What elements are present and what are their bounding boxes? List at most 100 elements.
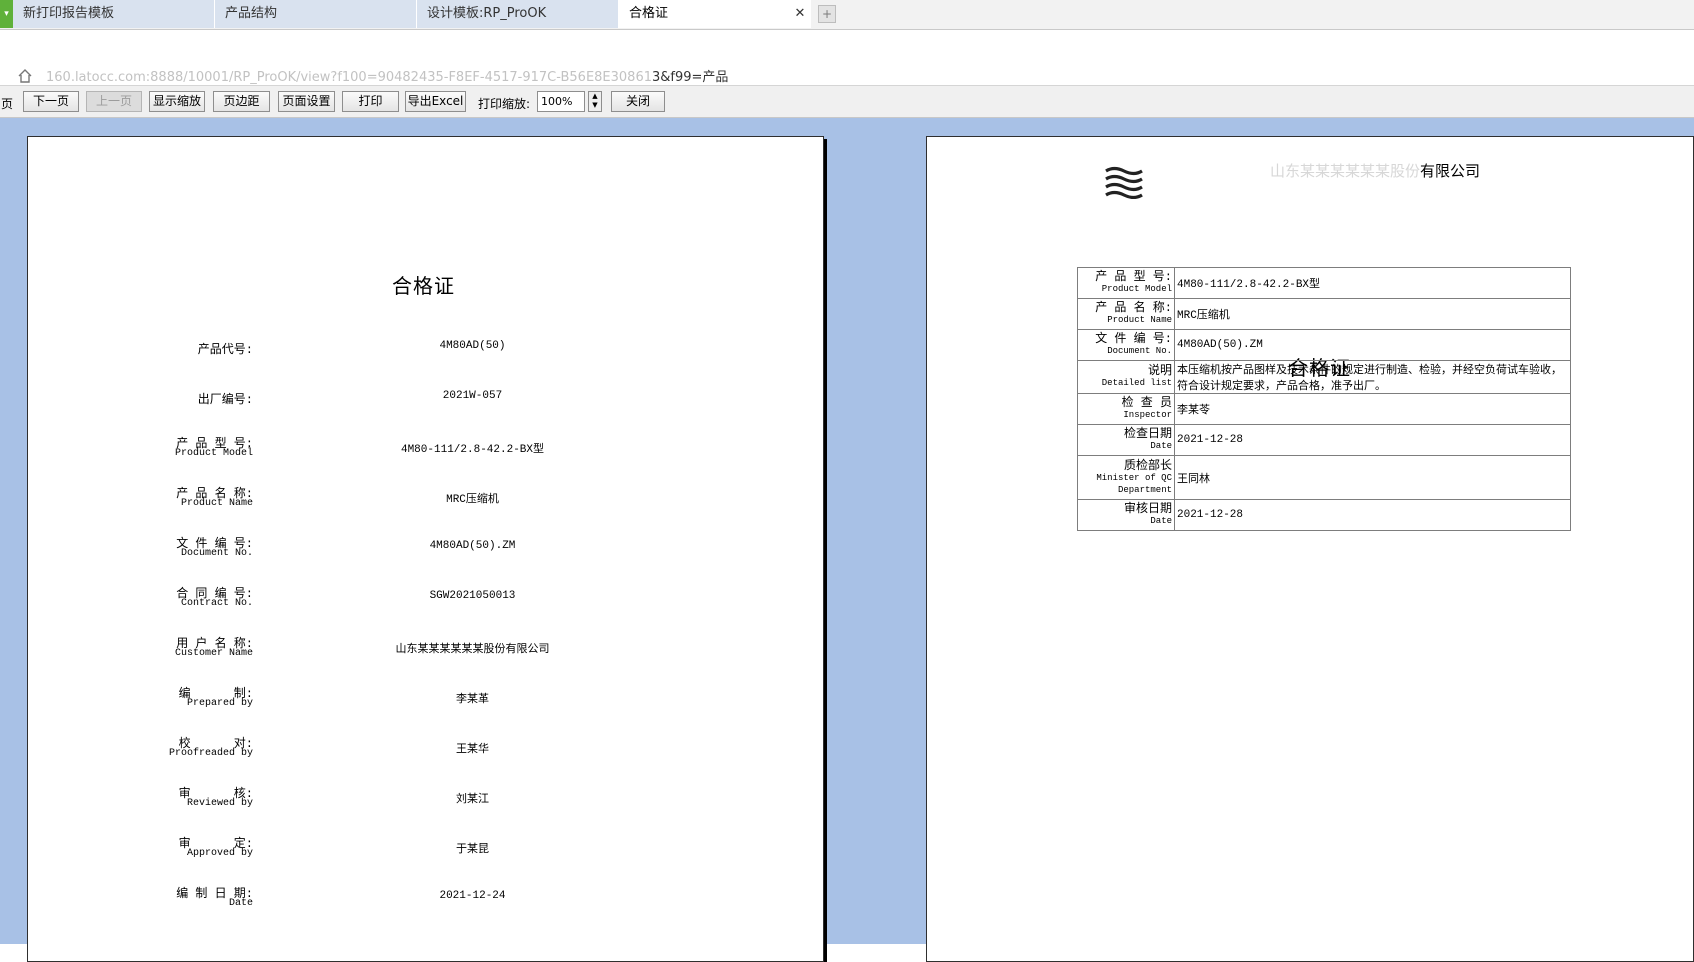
field-label-cn: 文 件 编 号: (1095, 332, 1172, 346)
tab-bar: ▾ 新打印报告模板 产品结构 设计模板:RP_ProOK 合格证 ✕ + (0, 0, 1694, 30)
tab-certificate[interactable]: 合格证 (619, 0, 811, 28)
row-value: 于某昆 (456, 844, 489, 856)
left-page-row: 产品代号: 4M80AD(50) (0, 338, 797, 378)
row-value: 4M80AD(50).ZM (429, 540, 516, 552)
certificate-field-value: 2021-12-28 (1174, 499, 1571, 531)
left-page-row: 产 品 名 称: Product Name MRC压缩机 (0, 487, 797, 528)
row-value: 李某革 (456, 694, 489, 706)
close-report-button[interactable]: 关闭 (611, 91, 665, 112)
left-page-row: 审 核: Reviewed by 刘某江 (0, 787, 797, 828)
page-setup-button[interactable]: 页面设置 (278, 91, 335, 112)
left-page-title: 合格证 (392, 274, 455, 298)
certificate-field-value: 本压缩机按产品图样及技术条件的规定进行制造、检验，并经空负荷试车验收，符合设计规… (1174, 360, 1571, 394)
certificate-field-value: 王同林 (1174, 455, 1571, 500)
report-page-right (926, 136, 1694, 962)
certificate-row: 文 件 编 号: Document No. 4M80AD(50).ZM (1077, 329, 1571, 361)
tab-label: 合格证 (629, 6, 669, 21)
row-label-en: Product Model (174, 448, 253, 459)
url-field[interactable]: 160.latocc.com:8888/10001/RP_ProOK/view?… (46, 66, 728, 85)
page-label: 页 (1, 97, 14, 111)
certificate-row: 质检部长 Minister of QC Department 王同林 (1077, 455, 1571, 500)
certificate-field-value: 李某苓 (1174, 393, 1571, 425)
next-page-button[interactable]: 下一页 (23, 91, 79, 112)
certificate-field-label: 文 件 编 号: Document No. (1077, 329, 1175, 361)
left-page-row: 文 件 编 号: Document No. 4M80AD(50).ZM (0, 537, 797, 578)
print-zoom-input[interactable] (537, 91, 585, 112)
certificate-field-label: 审核日期 Date (1077, 499, 1175, 531)
zoom-spinner[interactable]: ▲ ▼ (588, 91, 602, 112)
left-page-row: 校 对: Proofreaded by 王某华 (0, 737, 797, 778)
report-toolbar: 页 下一页 上一页 显示缩放 页边距 页面设置 打印 导出Excel 打印缩放:… (0, 86, 1694, 118)
company-name-suffix: 有限公司 (1419, 162, 1480, 180)
url-visible-part: 3&f99=产品 (652, 70, 729, 85)
margin-button[interactable]: 页边距 (213, 91, 270, 112)
company-name: 山东某某某某某某股份有限公司 (1260, 160, 1480, 181)
new-tab-icon[interactable]: + (818, 5, 836, 23)
field-label-cn: 质检部长 (1123, 458, 1172, 473)
certificate-field-label: 质检部长 Minister of QC Department (1077, 455, 1175, 500)
left-page-row: 用 户 名 称: Customer Name 山东某某某某某某股份有限公司 (0, 637, 797, 678)
print-button[interactable]: 打印 (342, 91, 399, 112)
row-value: 2021-12-24 (439, 890, 506, 902)
tab-label: 产品结构 (225, 6, 278, 21)
field-label-cn: 检 查 员 (1121, 396, 1172, 410)
address-bar: 160.latocc.com:8888/10001/RP_ProOK/view?… (0, 30, 1694, 86)
certificate-field-label: 产 品 名 称: Product Name (1077, 298, 1175, 330)
tab-label: 新打印报告模板 (23, 6, 115, 21)
field-label-cn: 审核日期 (1123, 502, 1172, 516)
tab-label: 设计模板:RP_ProOK (427, 6, 547, 21)
row-label-en: Proofreaded by (168, 748, 253, 759)
home-icon[interactable] (17, 68, 33, 84)
certificate-row: 说明 Detailed list 本压缩机按产品图样及技术条件的规定进行制造、检验，… (1077, 360, 1571, 394)
row-label-en: Product Name (180, 498, 253, 509)
field-label-cn: 检查日期 (1123, 427, 1172, 441)
company-logo-icon (1105, 166, 1143, 199)
row-label-en: Contract No. (180, 598, 253, 609)
close-icon[interactable]: ✕ (792, 0, 808, 28)
row-value: 山东某某某某某某股份有限公司 (395, 644, 550, 656)
field-label-cn: 产 品 名 称: (1095, 301, 1172, 315)
row-value: 王某华 (456, 744, 489, 756)
certificate-field-label: 说明 Detailed list (1077, 360, 1175, 394)
left-page-row: 合 同 编 号: Contract No. SGW2021050013 (0, 587, 797, 628)
row-value: 4M80-111/2.8-42.2-BX型 (400, 444, 545, 456)
field-label-en: Inspector (1123, 410, 1172, 420)
print-zoom-label: 打印缩放: (478, 97, 531, 111)
prev-page-button[interactable]: 上一页 (86, 91, 142, 112)
left-page-row: 编 制: Prepared by 李某革 (0, 687, 797, 728)
certificate-row: 审核日期 Date 2021-12-28 (1077, 499, 1571, 531)
tab-menu-button[interactable]: ▾ (0, 0, 13, 28)
row-label-en: Prepared by (186, 698, 253, 709)
tab-design-template[interactable]: 设计模板:RP_ProOK (417, 0, 619, 28)
field-label-en: Minister of QC Department (1096, 472, 1172, 495)
certificate-field-value: 4M80-111/2.8-42.2-BX型 (1174, 267, 1571, 299)
certificate-field-value: MRC压缩机 (1174, 298, 1571, 330)
tab-product-structure[interactable]: 产品结构 (215, 0, 417, 28)
certificate-field-value: 2021-12-28 (1174, 424, 1571, 456)
row-label: 产品代号: (197, 343, 253, 357)
field-label-cn: 产 品 型 号: (1095, 270, 1172, 284)
field-label-en: Product Model (1101, 284, 1172, 294)
export-excel-button[interactable]: 导出Excel (405, 91, 466, 112)
row-value: MRC压缩机 (446, 494, 499, 506)
left-page-row: 产 品 型 号: Product Model 4M80-111/2.8-42.2-B… (0, 437, 797, 478)
field-label-en: Detailed list (1101, 378, 1172, 388)
tab-new-print-template[interactable]: 新打印报告模板 (13, 0, 215, 28)
left-page-row: 出厂编号: 2021W-057 (0, 388, 797, 428)
certificate-table: 产 品 型 号: Product Model 4M80-111/2.8-42.2-B… (1077, 267, 1571, 531)
left-page-row: 编 制 日 期: Date 2021-12-24 (0, 887, 797, 928)
certificate-field-label: 检 查 员 Inspector (1077, 393, 1175, 425)
company-name-blurred: 山东某某某某某某股份 (1269, 162, 1420, 180)
certificate-row: 产 品 型 号: Product Model 4M80-111/2.8-42.2-B… (1077, 267, 1571, 299)
row-value: SGW2021050013 (429, 590, 516, 602)
field-label-en: Product Name (1107, 315, 1172, 325)
row-label-en: Approved by (186, 848, 253, 859)
row-label-en: Date (228, 898, 253, 909)
show-zoom-button[interactable]: 显示缩放 (149, 91, 205, 112)
certificate-field-value: 4M80AD(50).ZM (1174, 329, 1571, 361)
row-label-en: Reviewed by (186, 798, 253, 809)
certificate-row: 检 查 员 Inspector 李某苓 (1077, 393, 1571, 425)
row-label-en: Document No. (180, 548, 253, 559)
row-value: 2021W-057 (442, 390, 503, 402)
field-label-en: Document No. (1107, 346, 1172, 356)
